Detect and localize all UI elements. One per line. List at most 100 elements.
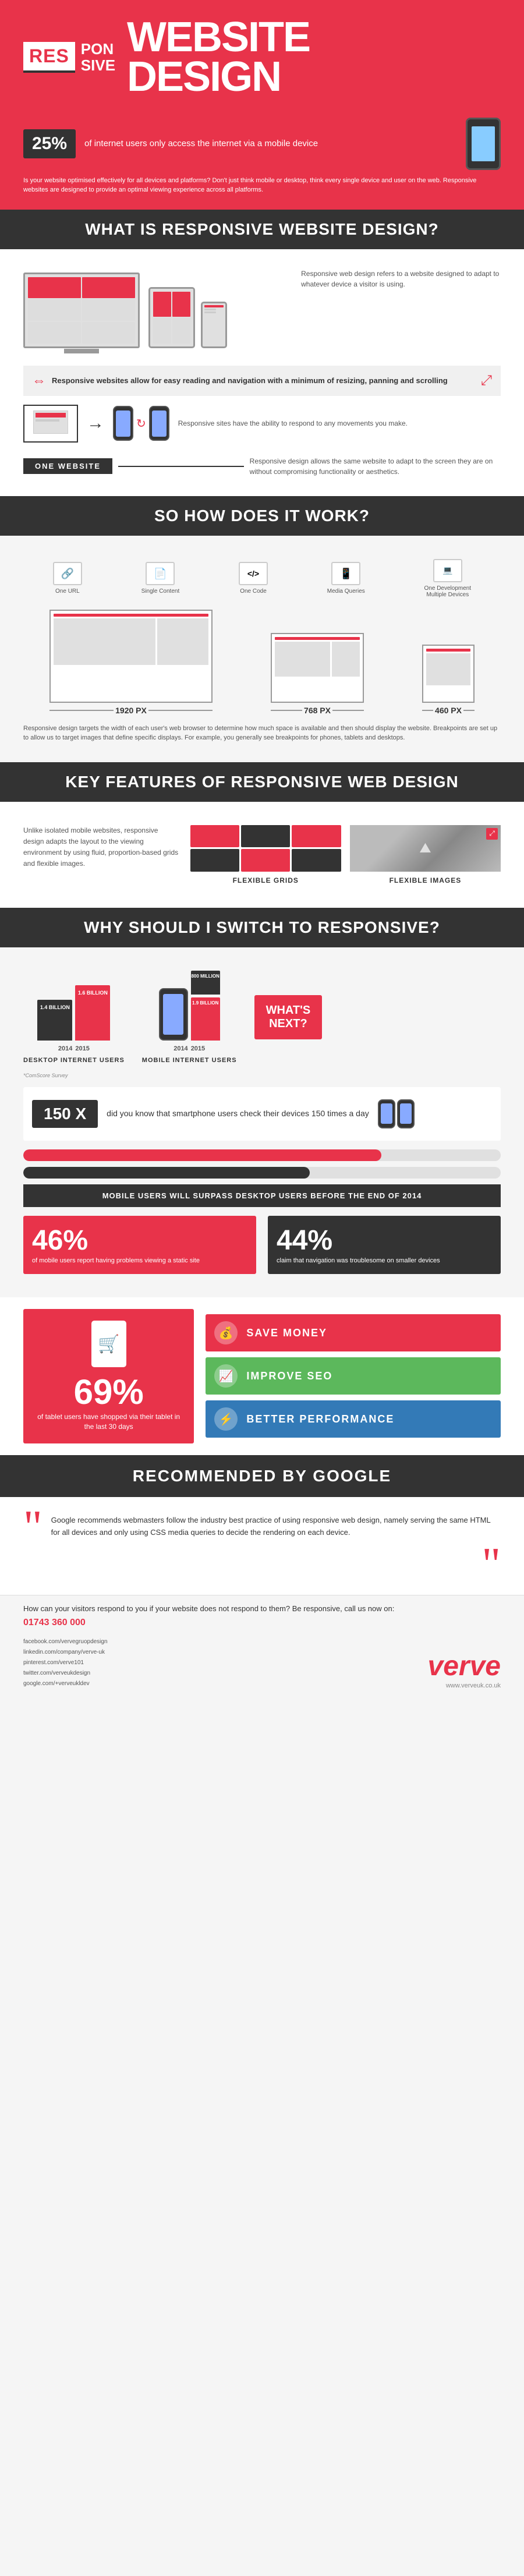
recommended-title: RECOMMENDED BY GOOGLE <box>23 1467 501 1485</box>
phone-screen1 <box>116 411 130 437</box>
website-screen-demo <box>23 405 78 443</box>
mobile-years: 2014 2015 <box>174 1045 205 1052</box>
footer-link-pin[interactable]: pinterest.com/verve101 <box>23 1658 108 1668</box>
stat-box-44: 44% claim that navigation was troublesom… <box>268 1216 501 1274</box>
stat-desc-46: of mobile users report having problems v… <box>32 1257 247 1265</box>
px-screens-row: 1920 PX 768 PX <box>23 610 501 715</box>
footer-link-li[interactable]: linkedin.com/company/verve-uk <box>23 1647 108 1658</box>
res-text: RES <box>29 45 69 66</box>
verve-logo: verve <box>428 1650 501 1682</box>
desktop-year-2015: 2015 <box>75 1045 89 1052</box>
fullscreen-icon: ⤢ <box>481 373 492 389</box>
mobile-bar-2014: 800 MILLION <box>191 971 220 995</box>
hero-percent: 25% <box>23 129 76 158</box>
devices-icon: 💻 <box>433 559 462 582</box>
footer-link-gp[interactable]: google.com/+verveukldev <box>23 1679 108 1689</box>
percent-46: 46% <box>32 1225 247 1257</box>
stats-row: 46% of mobile users report having proble… <box>23 1216 501 1274</box>
devices-label: One DevelopmentMultiple Devices <box>424 585 472 598</box>
content-icon: 📄 <box>146 562 175 585</box>
bracket-460: 460 PX <box>422 706 475 715</box>
footer-link-tw[interactable]: twitter.com/verveukdesign <box>23 1668 108 1679</box>
res-box: RES <box>23 42 75 73</box>
px-block-768: 768 PX <box>271 633 364 715</box>
code-icon: </> <box>239 562 268 585</box>
header-title-group: RES PONSIVE <box>23 41 115 74</box>
desktop-year-2014: 2014 <box>58 1045 72 1052</box>
section3-header: KEY FEATURES OF RESPONSIVE WEB DESIGN <box>0 762 524 802</box>
flexible-images-visual: ⛰ ⤢ FLEXIBLE IMAGES <box>350 825 501 884</box>
quote-open: " <box>23 1509 43 1546</box>
footer-website: www.verveuk.co.uk <box>428 1682 501 1689</box>
icons-row: 🔗 One URL 📄 Single Content </> One Code … <box>23 559 501 598</box>
grid-cell-2 <box>241 825 290 848</box>
section4-header: WHY SHOULD I SWITCH TO RESPONSIVE? <box>0 908 524 947</box>
flexible-grids-visual: FLEXIBLE GRIDS <box>190 825 341 884</box>
stat-desc-44: claim that navigation was troublesome on… <box>277 1257 492 1265</box>
icon-devices: 💻 One DevelopmentMultiple Devices <box>424 559 472 598</box>
features-visuals: FLEXIBLE GRIDS ⛰ ⤢ FLEXIBLE IMAGES <box>190 825 501 884</box>
tablet-device <box>148 287 195 348</box>
desktop-bar-container: 1.4 BILLION 1.6 BILLION <box>37 971 110 1041</box>
section1-desc1-container: Responsive web design refers to a websit… <box>301 264 501 294</box>
one-website-footer: ONE WEBSITE Responsive design allows the… <box>23 451 501 482</box>
tablet-desc: of tablet users have shopped via their t… <box>35 1412 182 1432</box>
section2-title: SO HOW DOES IT WORK? <box>154 507 370 525</box>
screen-768 <box>271 633 364 703</box>
desktop-chart-group: 1.4 BILLION 1.6 BILLION 2014 2015 DESKTO… <box>23 971 125 1064</box>
grid-cell-6 <box>292 849 341 872</box>
phone-demo2 <box>149 406 169 441</box>
footer-link-fb[interactable]: facebook.com/vervegruopdesign <box>23 1637 108 1647</box>
desktop-bar-2015: 1.6 BILLION <box>75 985 110 1041</box>
stat-box-46: 46% of mobile users report having proble… <box>23 1216 256 1274</box>
phones-row <box>378 1099 415 1128</box>
desktop-years: 2014 2015 <box>58 1045 90 1052</box>
mobile-year-2015: 2015 <box>191 1045 205 1052</box>
section1-desc3: Responsive sites have the ability to res… <box>178 418 501 429</box>
section3-title: KEY FEATURES OF RESPONSIVE WEB DESIGN <box>65 773 458 791</box>
section1-header: WHAT IS RESPONSIVE WEBSITE DESIGN? <box>0 210 524 249</box>
phone-demo-container: ↻ <box>113 406 169 441</box>
mobile-value-2014: 800 MILLION <box>191 974 219 979</box>
one-website-desc: Responsive design allows the same websit… <box>250 456 501 477</box>
phone-small-2 <box>397 1099 415 1128</box>
queries-icon: 📱 <box>331 562 360 585</box>
phone-small-1 <box>378 1099 395 1128</box>
feature2-label: FLEXIBLE IMAGES <box>390 876 462 884</box>
phone-device <box>201 302 227 348</box>
quote-container: " Google recommends webmasters follow th… <box>23 1509 501 1546</box>
website-text: WEBSITEDESIGN <box>127 17 310 97</box>
mobile-label: MOBILE INTERNET USERS <box>142 1057 237 1064</box>
progress-bar-2 <box>23 1167 501 1179</box>
resize-text: Responsive websites allow for easy readi… <box>52 376 448 385</box>
feature-better-performance: ⚡ BETTER PERFORMANCE <box>206 1400 501 1438</box>
mobile-year-2014: 2014 <box>174 1045 187 1052</box>
phone-icon <box>466 118 501 170</box>
desktop-value-2015: 1.6 BILLION <box>78 988 108 996</box>
phone-screen-s1 <box>381 1103 392 1124</box>
px-block-460: 460 PX <box>422 645 475 715</box>
footer-logo-col: verve www.verveuk.co.uk <box>428 1650 501 1689</box>
feature-save-money-label: SAVE MONEY <box>246 1327 327 1339</box>
what-is-section: Responsive web design refers to a websit… <box>0 249 524 496</box>
grid-cell-3 <box>292 825 341 848</box>
progress-bar-1 <box>23 1149 501 1161</box>
section1-desc1: Responsive web design refers to a websit… <box>301 268 501 289</box>
progress-fill-1 <box>23 1149 381 1161</box>
grid-cell-1 <box>190 825 239 848</box>
smartphone-text: did you know that smartphone users check… <box>107 1107 369 1120</box>
image-demo: ⛰ ⤢ <box>350 825 501 872</box>
feature1-label: FLEXIBLE GRIDS <box>233 876 299 884</box>
phone-screen-s2 <box>400 1103 412 1124</box>
grid-demo <box>190 825 341 872</box>
icon-content: 📄 Single Content <box>141 562 180 595</box>
px-label-1920: 1920 PX <box>115 706 147 715</box>
devices-display <box>23 273 289 348</box>
how-section: 🔗 One URL 📄 Single Content </> One Code … <box>0 536 524 762</box>
tablet-percent: 69% <box>74 1372 144 1412</box>
phone-screen2 <box>152 411 167 437</box>
queries-label: Media Queries <box>327 588 365 595</box>
content-label: Single Content <box>141 588 180 595</box>
times-badge: 150 X <box>32 1100 98 1128</box>
url-icon: 🔗 <box>53 562 82 585</box>
